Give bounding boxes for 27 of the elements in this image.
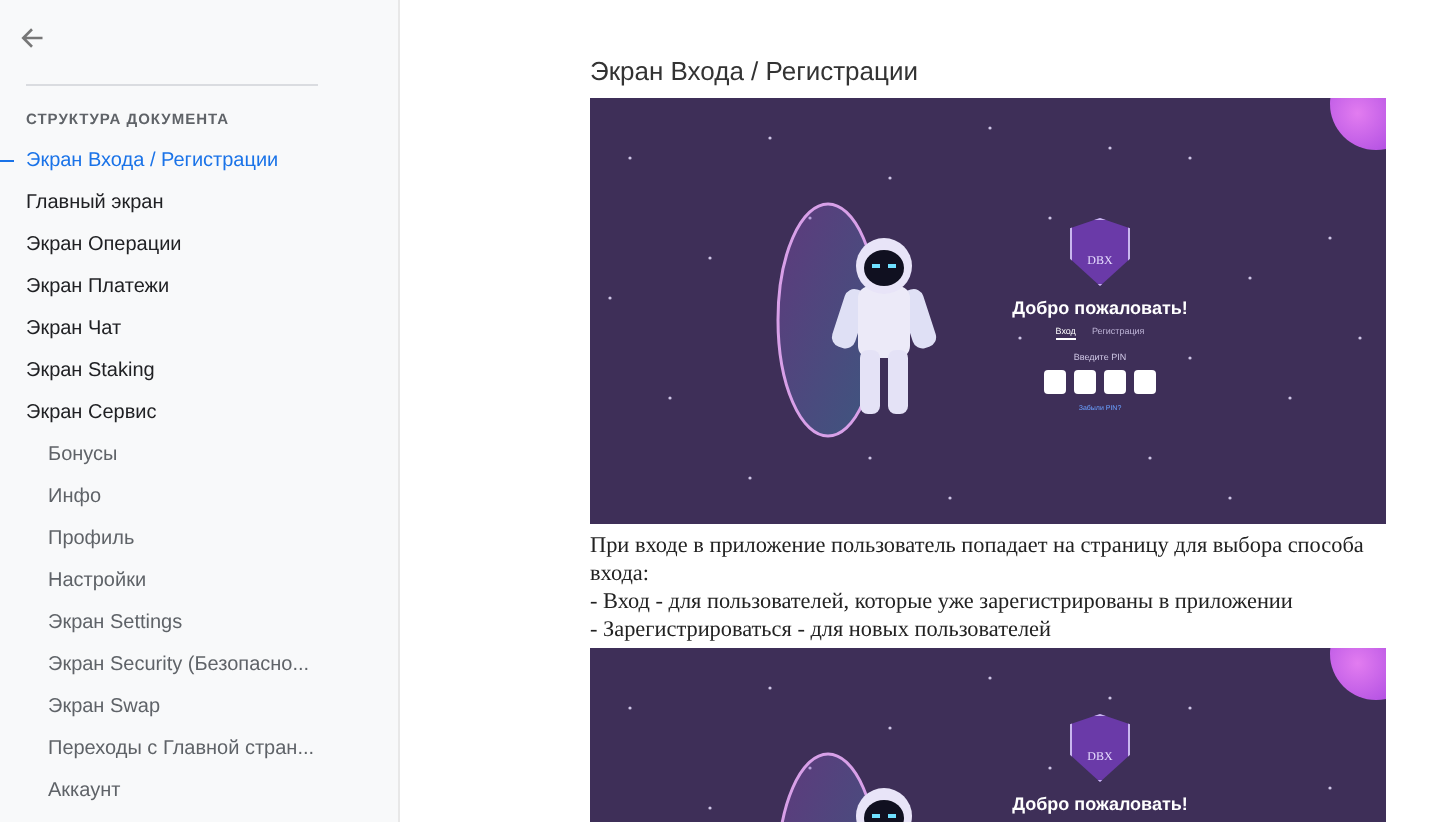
back-arrow-icon[interactable] — [18, 24, 46, 52]
outline-item[interactable]: Экран Операции — [0, 224, 398, 266]
outline-item[interactable]: Инфо — [0, 476, 398, 518]
outline-item[interactable]: Экран Входа / Регистрации — [0, 140, 398, 182]
body-text: - Вход - для пользователей, которые уже зарегистрированы в приложении — [590, 588, 1295, 616]
body-text: При входе в приложение пользователь попадает на страницу для выбора способа входа: — [590, 532, 1366, 588]
section-heading: Экран Входа / Регистрации — [590, 56, 920, 86]
welcome-title: Добро пожаловать! — [1012, 794, 1188, 814]
outline-item[interactable]: Экран Сервис — [0, 392, 398, 434]
body-text: - Зарегистрироваться - для новых пользователей — [590, 616, 1053, 644]
outline-item[interactable]: Экран Staking — [0, 350, 398, 392]
outline-item[interactable]: Экран Security (Безопасно... — [0, 644, 398, 686]
outline-item[interactable]: Экран Swap — [0, 686, 398, 728]
outline-item[interactable]: Главный экран — [0, 182, 398, 224]
outline-item[interactable]: Аккаунт — [0, 770, 398, 812]
outline-item[interactable]: Экран Платежи — [0, 266, 398, 308]
outline-item[interactable]: Экран Settings — [0, 602, 398, 644]
pin-field[interactable] — [1044, 370, 1066, 394]
pin-field[interactable] — [1074, 370, 1096, 394]
outline-item[interactable]: Профиль — [0, 518, 398, 560]
outline-item[interactable]: Настройки — [0, 560, 398, 602]
pin-field[interactable] — [1104, 370, 1126, 394]
outline-item[interactable]: Бонусы — [0, 434, 398, 476]
outline-item[interactable]: Экран Чат — [0, 308, 398, 350]
outline-item[interactable]: Переходы с Главной стран... — [0, 728, 398, 770]
pin-field[interactable] — [1134, 370, 1156, 394]
welcome-title: Добро пожаловать! — [1012, 298, 1188, 318]
